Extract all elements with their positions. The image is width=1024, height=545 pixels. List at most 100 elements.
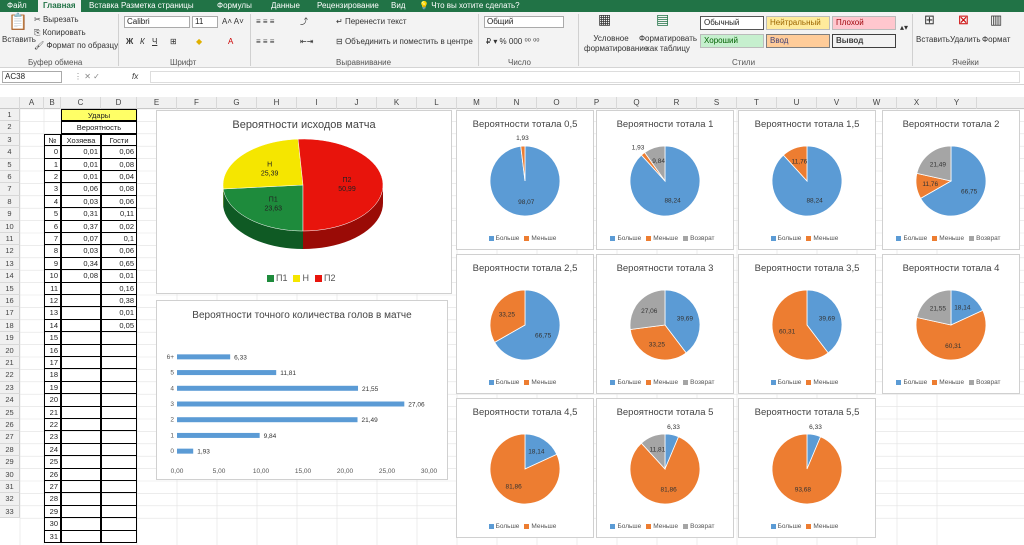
table-cell[interactable] [101, 357, 137, 370]
table-cell[interactable] [101, 381, 137, 395]
table-cell[interactable] [61, 344, 101, 357]
tab-view[interactable]: Вид [386, 0, 410, 12]
conditional-format-icon[interactable]: ▦ [598, 12, 611, 26]
table-cell[interactable]: 1 [44, 158, 61, 171]
orientation-icon[interactable]: ⤴ [300, 16, 308, 27]
tell-me-search[interactable]: 💡 Что вы хотите сделать? [414, 0, 525, 12]
table-cell[interactable]: 0,03 [61, 245, 101, 258]
paste-button[interactable]: Вставить [2, 34, 36, 45]
table-cell[interactable]: 0,02 [101, 220, 137, 233]
table-cell[interactable] [101, 493, 137, 506]
column-header[interactable]: C [61, 97, 101, 109]
column-header[interactable]: L [417, 97, 457, 109]
borders-icon[interactable]: ⊞ [170, 36, 177, 47]
table-cell[interactable]: 2 [44, 171, 61, 184]
table-cell[interactable]: 17 [44, 357, 61, 370]
paste-icon[interactable]: 📋 [8, 14, 28, 32]
cancel-icon[interactable]: ⋮ ✕ ✓ [74, 71, 100, 82]
table-cell[interactable]: 15 [44, 332, 61, 345]
table-cell[interactable] [101, 443, 137, 457]
table-cell[interactable]: 3 [44, 183, 61, 196]
fx-button[interactable]: fx [132, 71, 138, 82]
indent-icon[interactable]: ⇤⇥ [300, 36, 313, 47]
font-color-icon[interactable]: A [228, 36, 233, 47]
table-cell[interactable] [101, 505, 137, 519]
table-cell[interactable]: 14 [44, 319, 61, 333]
table-cell[interactable]: 23 [44, 431, 61, 444]
table-cell[interactable]: 26 [44, 468, 61, 481]
formula-input[interactable] [150, 71, 1020, 83]
table-cell[interactable]: 0,37 [61, 220, 101, 233]
column-header[interactable]: M [457, 97, 497, 109]
table-cell[interactable]: 27 [44, 481, 61, 494]
column-header[interactable]: T [737, 97, 777, 109]
table-cell[interactable]: 0,06 [101, 146, 137, 159]
insert-cells-icon[interactable]: ⊞ [924, 13, 935, 26]
column-header[interactable]: K [377, 97, 417, 109]
table-cell[interactable] [61, 481, 101, 494]
format-painter-button[interactable]: 🖌 Формат по образцу [34, 40, 118, 51]
fill-color-icon[interactable]: ◆ [196, 36, 202, 47]
table-cell[interactable]: 10 [44, 270, 61, 283]
table-cell[interactable]: 0,08 [61, 270, 101, 283]
table-cell[interactable] [61, 295, 101, 308]
table-cell[interactable]: 0,34 [61, 257, 101, 271]
table-cell[interactable]: 28 [44, 493, 61, 506]
table-cell[interactable]: 0,01 [61, 158, 101, 171]
table-cell[interactable] [101, 419, 137, 432]
style-bad[interactable]: Плохой [832, 16, 896, 30]
column-header[interactable]: W [857, 97, 897, 109]
table-cell[interactable]: 0,07 [61, 233, 101, 246]
column-header[interactable]: B [44, 97, 61, 109]
italic-button[interactable]: К [140, 36, 145, 47]
name-box[interactable]: AC38 [2, 71, 62, 83]
wrap-text-button[interactable]: ↵ Перенести текст [336, 16, 407, 27]
underline-button[interactable]: Ч [152, 36, 157, 47]
tab-data[interactable]: Данные [266, 0, 305, 12]
table-cell[interactable] [101, 394, 137, 407]
worksheet-grid[interactable]: 1 2 3 4 5 6 7 8 9 10 11 12 13 14 15 16 17 18 19 20 21 22 23 24 2… [0, 109, 1024, 545]
table-cell[interactable] [61, 468, 101, 481]
table-cell[interactable] [61, 381, 101, 395]
column-header[interactable]: N [497, 97, 537, 109]
table-cell[interactable] [61, 406, 101, 419]
table-cell[interactable] [61, 319, 101, 333]
table-cell[interactable]: 0,31 [61, 208, 101, 221]
table-cell[interactable] [61, 357, 101, 370]
table-cell[interactable] [61, 431, 101, 444]
table-cell[interactable]: 0,03 [61, 195, 101, 209]
table-cell[interactable] [61, 282, 101, 295]
tab-formulas[interactable]: Формулы [212, 0, 257, 12]
table-cell[interactable]: 0,01 [61, 171, 101, 184]
table-cell[interactable] [101, 431, 137, 444]
table-cell[interactable] [61, 493, 101, 506]
table-cell[interactable]: 0,65 [101, 257, 137, 271]
conditional-format-button[interactable]: Условное форматирование [584, 34, 648, 54]
table-cell[interactable] [101, 369, 137, 382]
column-header[interactable]: A [20, 97, 44, 109]
table-cell[interactable] [101, 518, 137, 531]
table-cell[interactable]: 30 [44, 518, 61, 531]
column-header[interactable]: H [257, 97, 297, 109]
table-cell[interactable]: 24 [44, 443, 61, 457]
table-cell[interactable] [61, 394, 101, 407]
cut-button[interactable]: ✂ Вырезать [34, 14, 79, 25]
table-cell[interactable]: 11 [44, 282, 61, 295]
copy-button[interactable]: ⎘ Копировать [34, 27, 86, 38]
table-cell[interactable]: 0,01 [101, 270, 137, 283]
number-format-select[interactable]: Общий [484, 16, 564, 28]
table-cell[interactable]: 19 [44, 381, 61, 395]
table-cell[interactable]: 12 [44, 295, 61, 308]
table-cell[interactable]: 29 [44, 505, 61, 519]
style-normal[interactable]: Обычный [700, 16, 764, 30]
column-header[interactable]: I [297, 97, 337, 109]
table-cell[interactable]: 0 [44, 146, 61, 159]
table-cell[interactable]: 0,38 [101, 295, 137, 308]
column-header[interactable]: O [537, 97, 577, 109]
table-cell[interactable] [61, 332, 101, 345]
table-cell[interactable] [101, 332, 137, 345]
column-header[interactable]: P [577, 97, 617, 109]
table-cell[interactable] [61, 443, 101, 457]
column-header[interactable]: D [101, 97, 137, 109]
styles-scroll-icon[interactable]: ▴▾ [900, 22, 908, 33]
